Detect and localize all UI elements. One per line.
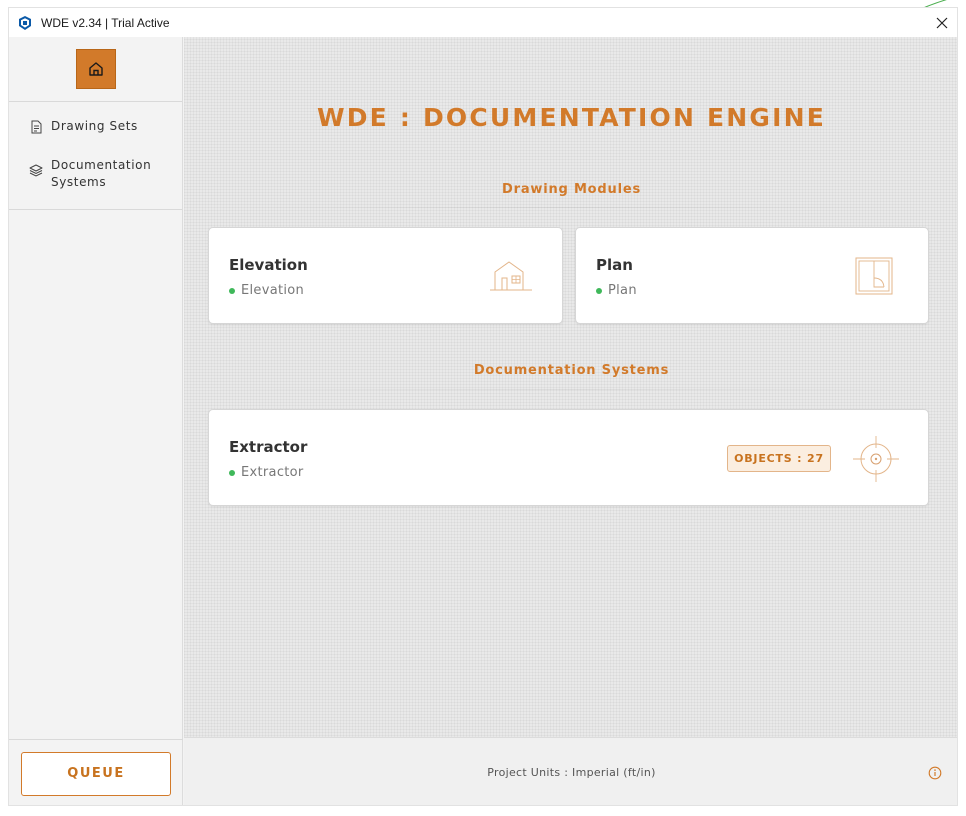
system-card-extractor[interactable]: Extractor Extractor OBJECTS : 27 bbox=[208, 409, 929, 506]
card-status: Plan bbox=[596, 283, 637, 298]
section-divider bbox=[208, 207, 928, 208]
sidebar-nav: Drawing Sets Documentation Systems bbox=[9, 102, 182, 210]
status-dot bbox=[229, 287, 235, 294]
module-card-plan[interactable]: Plan Plan bbox=[575, 227, 929, 324]
info-icon[interactable] bbox=[928, 766, 942, 780]
layers-icon bbox=[29, 164, 43, 177]
section-title-documentation-systems: Documentation Systems bbox=[473, 363, 670, 378]
sidebar: Drawing Sets Documentation Systems QUEUE bbox=[9, 37, 183, 805]
house-elevation-icon bbox=[490, 261, 532, 291]
objects-count-badge: OBJECTS : 27 bbox=[727, 445, 831, 472]
sidebar-item-label: Drawing Sets bbox=[51, 119, 138, 133]
home-section bbox=[9, 37, 182, 102]
module-card-elevation[interactable]: Elevation Elevation bbox=[208, 227, 563, 324]
card-status: Extractor bbox=[229, 465, 304, 480]
title-bar: WDE v2.34 | Trial Active bbox=[9, 8, 957, 37]
close-icon bbox=[936, 17, 948, 28]
window-title: WDE v2.34 | Trial Active bbox=[41, 15, 170, 30]
card-status-label: Plan bbox=[608, 283, 637, 298]
sidebar-item-documentation-systems[interactable]: Documentation Systems bbox=[9, 157, 182, 191]
floor-plan-icon bbox=[855, 257, 893, 295]
queue-section: QUEUE bbox=[9, 739, 183, 805]
crosshair-icon bbox=[853, 436, 899, 482]
project-units-label: Project Units : Imperial (ft/in) bbox=[487, 766, 656, 779]
card-status-label: Extractor bbox=[241, 465, 304, 480]
section-title-drawing-modules: Drawing Modules bbox=[502, 182, 641, 197]
main-content: WDE : DOCUMENTATION ENGINE Drawing Modul… bbox=[184, 37, 957, 739]
status-footer: Project Units : Imperial (ft/in) bbox=[184, 737, 957, 805]
card-status-label: Elevation bbox=[241, 283, 305, 298]
status-dot bbox=[229, 469, 235, 476]
section-divider bbox=[208, 389, 928, 390]
card-title: Extractor bbox=[229, 438, 308, 456]
app-window: WDE v2.34 | Trial Active Drawing Sets Do… bbox=[8, 7, 958, 806]
sidebar-item-label: Documentation Systems bbox=[51, 158, 152, 189]
card-title: Plan bbox=[596, 256, 633, 274]
close-button[interactable] bbox=[927, 8, 957, 37]
card-status: Elevation bbox=[229, 283, 304, 298]
card-title: Elevation bbox=[229, 256, 308, 274]
document-icon bbox=[31, 120, 42, 134]
status-dot bbox=[596, 287, 602, 294]
sketchup-logo-icon bbox=[19, 15, 31, 30]
home-icon bbox=[88, 62, 103, 76]
sidebar-item-drawing-sets[interactable]: Drawing Sets bbox=[9, 118, 182, 135]
home-button[interactable] bbox=[75, 49, 116, 89]
queue-button[interactable]: QUEUE bbox=[21, 751, 171, 796]
page-title: WDE : DOCUMENTATION ENGINE bbox=[316, 103, 827, 132]
